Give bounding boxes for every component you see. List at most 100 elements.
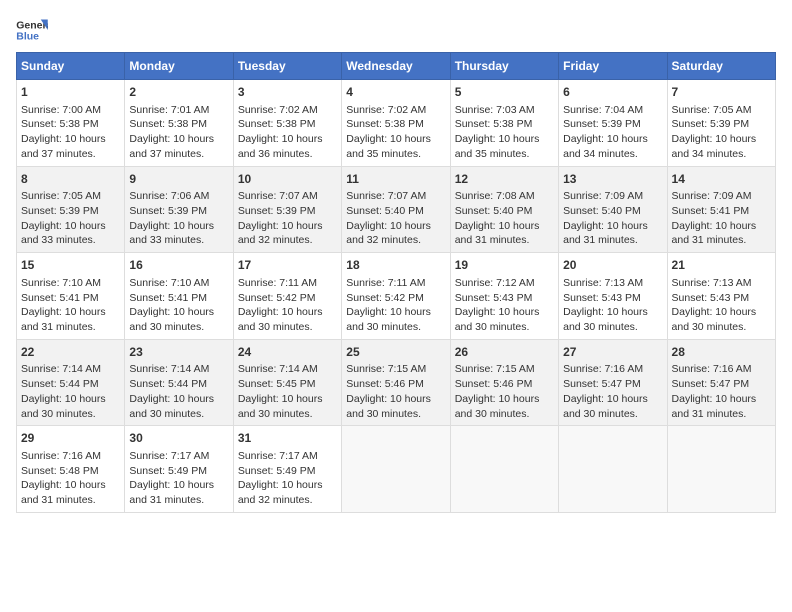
daylight-minutes: and 30 minutes. <box>238 408 313 420</box>
sunrise-label: Sunrise: 7:11 AM <box>238 277 317 289</box>
daylight-label: Daylight: 10 hours <box>455 306 540 318</box>
calendar-cell: 1Sunrise: 7:00 AMSunset: 5:38 PMDaylight… <box>17 80 125 167</box>
sunset-label: Sunset: 5:43 PM <box>563 292 641 304</box>
calendar-week-row: 1Sunrise: 7:00 AMSunset: 5:38 PMDaylight… <box>17 80 776 167</box>
calendar-cell: 19Sunrise: 7:12 AMSunset: 5:43 PMDayligh… <box>450 253 558 340</box>
daylight-label: Daylight: 10 hours <box>238 306 323 318</box>
sunrise-label: Sunrise: 7:13 AM <box>563 277 643 289</box>
header-day: Tuesday <box>233 53 341 80</box>
day-number: 30 <box>129 430 228 447</box>
page-header: General Blue <box>16 16 776 44</box>
day-number: 14 <box>672 171 771 188</box>
calendar-cell: 8Sunrise: 7:05 AMSunset: 5:39 PMDaylight… <box>17 166 125 253</box>
calendar-cell: 29Sunrise: 7:16 AMSunset: 5:48 PMDayligh… <box>17 426 125 513</box>
daylight-label: Daylight: 10 hours <box>129 393 214 405</box>
day-number: 4 <box>346 84 445 101</box>
day-number: 5 <box>455 84 554 101</box>
day-number: 19 <box>455 257 554 274</box>
calendar-week-row: 22 Sunrise: 7:14 AM Sunset: 5:44 PM Dayligh… <box>17 339 776 426</box>
daylight-minutes: and 30 minutes. <box>672 321 747 333</box>
daylight-minutes: and 35 minutes. <box>455 148 530 160</box>
sunset-label: Sunset: 5:49 PM <box>238 465 316 477</box>
sunrise-label: Sunrise: 7:14 AM <box>129 363 209 375</box>
sunrise-label: Sunrise: 7:04 AM <box>563 104 643 116</box>
calendar-cell: 24Sunrise: 7:14 AMSunset: 5:45 PMDayligh… <box>233 339 341 426</box>
calendar-cell: 3Sunrise: 7:02 AMSunset: 5:38 PMDaylight… <box>233 80 341 167</box>
sunset-label: Sunset: 5:47 PM <box>563 378 641 390</box>
day-number: 23 <box>129 344 228 361</box>
logo: General Blue <box>16 16 48 44</box>
sunset-label: Sunset: 5:38 PM <box>238 118 316 130</box>
calendar-cell: 15Sunrise: 7:10 AMSunset: 5:41 PMDayligh… <box>17 253 125 340</box>
calendar-cell: 16Sunrise: 7:10 AMSunset: 5:41 PMDayligh… <box>125 253 233 340</box>
day-number: 6 <box>563 84 662 101</box>
day-number: 8 <box>21 171 120 188</box>
calendar-cell: 13Sunrise: 7:09 AMSunset: 5:40 PMDayligh… <box>559 166 667 253</box>
daylight-minutes: and 31 minutes. <box>672 234 747 246</box>
day-number: 26 <box>455 344 554 361</box>
sunset-label: Sunset: 5:44 PM <box>21 378 99 390</box>
calendar-cell: 18Sunrise: 7:11 AMSunset: 5:42 PMDayligh… <box>342 253 450 340</box>
daylight-label: Daylight: 10 hours <box>672 306 757 318</box>
calendar-cell <box>559 426 667 513</box>
calendar-cell: 26Sunrise: 7:15 AMSunset: 5:46 PMDayligh… <box>450 339 558 426</box>
sunrise-label: Sunrise: 7:03 AM <box>455 104 535 116</box>
daylight-label: Daylight: 10 hours <box>346 133 431 145</box>
day-number: 15 <box>21 257 120 274</box>
header-day: Thursday <box>450 53 558 80</box>
daylight-label: Daylight: 10 hours <box>21 133 106 145</box>
sunset-label: Sunset: 5:43 PM <box>672 292 750 304</box>
sunrise-label: Sunrise: 7:16 AM <box>672 363 752 375</box>
day-number: 24 <box>238 344 337 361</box>
daylight-minutes: and 30 minutes. <box>346 321 421 333</box>
calendar-header: SundayMondayTuesdayWednesdayThursdayFrid… <box>17 53 776 80</box>
daylight-label: Daylight: 10 hours <box>238 220 323 232</box>
calendar-cell: 2Sunrise: 7:01 AMSunset: 5:38 PMDaylight… <box>125 80 233 167</box>
day-number: 20 <box>563 257 662 274</box>
day-number: 22 <box>21 344 120 361</box>
sunrise-label: Sunrise: 7:05 AM <box>672 104 752 116</box>
daylight-label: Daylight: 10 hours <box>129 220 214 232</box>
daylight-minutes: and 31 minutes. <box>672 408 747 420</box>
calendar-cell: 12Sunrise: 7:08 AMSunset: 5:40 PMDayligh… <box>450 166 558 253</box>
daylight-minutes: and 37 minutes. <box>21 148 96 160</box>
daylight-label: Daylight: 10 hours <box>455 220 540 232</box>
daylight-label: Daylight: 10 hours <box>129 133 214 145</box>
daylight-label: Daylight: 10 hours <box>672 393 757 405</box>
sunset-label: Sunset: 5:46 PM <box>455 378 533 390</box>
daylight-minutes: and 33 minutes. <box>129 234 204 246</box>
daylight-minutes: and 32 minutes. <box>238 494 313 506</box>
daylight-label: Daylight: 10 hours <box>455 133 540 145</box>
sunrise-label: Sunrise: 7:02 AM <box>238 104 318 116</box>
calendar-body: 1Sunrise: 7:00 AMSunset: 5:38 PMDaylight… <box>17 80 776 513</box>
sunrise-label: Sunrise: 7:02 AM <box>346 104 426 116</box>
calendar-cell: 20Sunrise: 7:13 AMSunset: 5:43 PMDayligh… <box>559 253 667 340</box>
day-number: 28 <box>672 344 771 361</box>
header-day: Sunday <box>17 53 125 80</box>
sunset-label: Sunset: 5:42 PM <box>238 292 316 304</box>
sunrise-label: Sunrise: 7:09 AM <box>672 190 752 202</box>
calendar-cell: 30Sunrise: 7:17 AMSunset: 5:49 PMDayligh… <box>125 426 233 513</box>
sunrise-label: Sunrise: 7:01 AM <box>129 104 209 116</box>
sunset-label: Sunset: 5:41 PM <box>129 292 207 304</box>
sunrise-label: Sunrise: 7:11 AM <box>346 277 425 289</box>
day-number: 16 <box>129 257 228 274</box>
sunrise-label: Sunrise: 7:10 AM <box>21 277 101 289</box>
daylight-minutes: and 30 minutes. <box>455 408 530 420</box>
daylight-minutes: and 30 minutes. <box>129 321 204 333</box>
daylight-minutes: and 30 minutes. <box>238 321 313 333</box>
header-day: Wednesday <box>342 53 450 80</box>
sunset-label: Sunset: 5:40 PM <box>563 205 641 217</box>
sunrise-label: Sunrise: 7:10 AM <box>129 277 209 289</box>
sunset-label: Sunset: 5:48 PM <box>21 465 99 477</box>
sunset-label: Sunset: 5:49 PM <box>129 465 207 477</box>
daylight-minutes: and 30 minutes. <box>563 321 638 333</box>
calendar-cell <box>342 426 450 513</box>
sunrise-label: Sunrise: 7:13 AM <box>672 277 752 289</box>
sunrise-label: Sunrise: 7:15 AM <box>346 363 426 375</box>
day-number: 25 <box>346 344 445 361</box>
sunset-label: Sunset: 5:41 PM <box>672 205 750 217</box>
day-number: 31 <box>238 430 337 447</box>
calendar-cell: 23Sunrise: 7:14 AMSunset: 5:44 PMDayligh… <box>125 339 233 426</box>
sunset-label: Sunset: 5:41 PM <box>21 292 99 304</box>
